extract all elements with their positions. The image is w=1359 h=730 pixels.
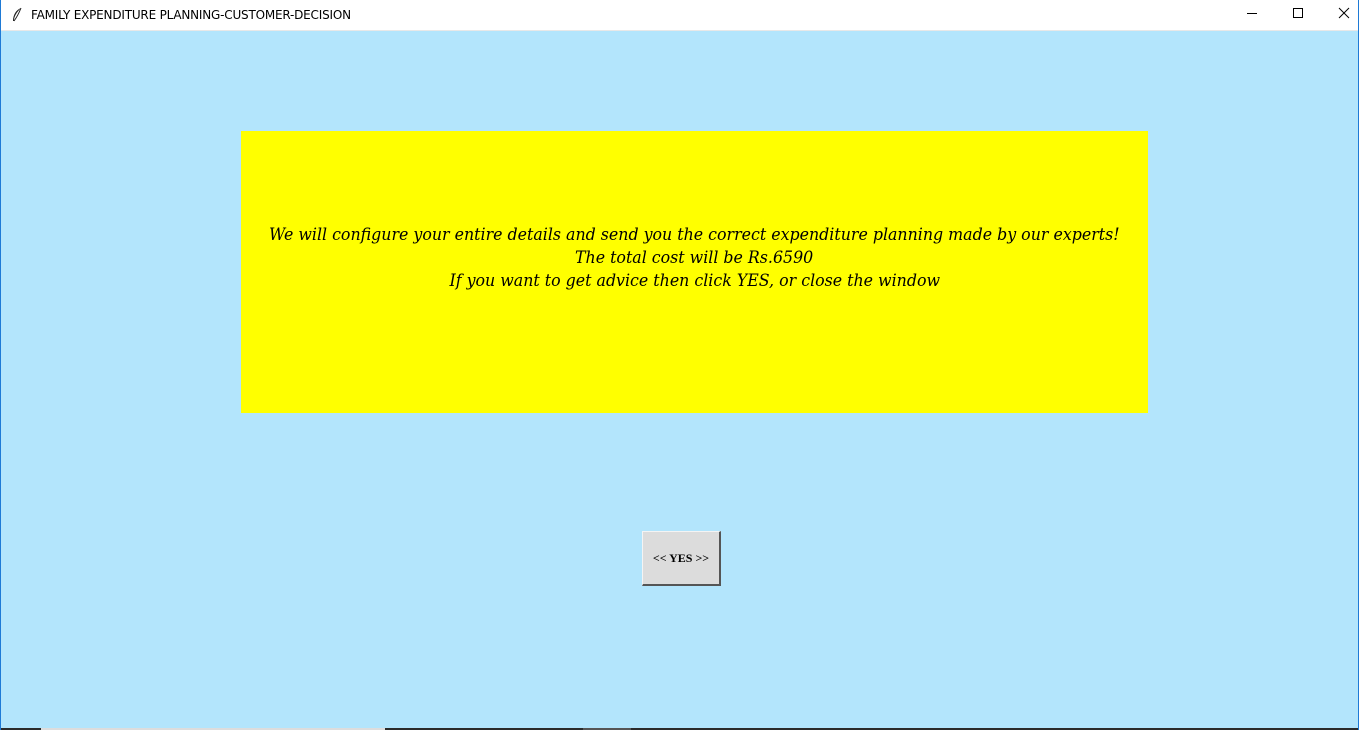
app-window: FAMILY EXPENDITURE PLANNING-CUSTOMER-DEC…: [0, 0, 1359, 730]
minimize-icon: [1246, 6, 1258, 24]
yes-button-label: << YES >>: [652, 550, 710, 565]
message-line-details: We will configure your entire details an…: [269, 224, 1120, 245]
feather-icon: [10, 7, 24, 23]
close-icon: [1338, 6, 1350, 24]
close-button[interactable]: [1321, 0, 1358, 30]
message-line-total-cost: The total cost will be Rs.6590: [575, 247, 814, 268]
maximize-button[interactable]: [1275, 0, 1321, 30]
message-line-instruction: If you want to get advice then click YES…: [449, 270, 940, 291]
window-content: We will configure your entire details an…: [1, 31, 1358, 730]
message-panel: We will configure your entire details an…: [241, 131, 1148, 413]
yes-button[interactable]: << YES >>: [642, 531, 721, 586]
minimize-button[interactable]: [1229, 0, 1275, 30]
window-title: FAMILY EXPENDITURE PLANNING-CUSTOMER-DEC…: [31, 8, 351, 22]
title-bar[interactable]: FAMILY EXPENDITURE PLANNING-CUSTOMER-DEC…: [1, 0, 1358, 31]
maximize-icon: [1292, 6, 1304, 24]
